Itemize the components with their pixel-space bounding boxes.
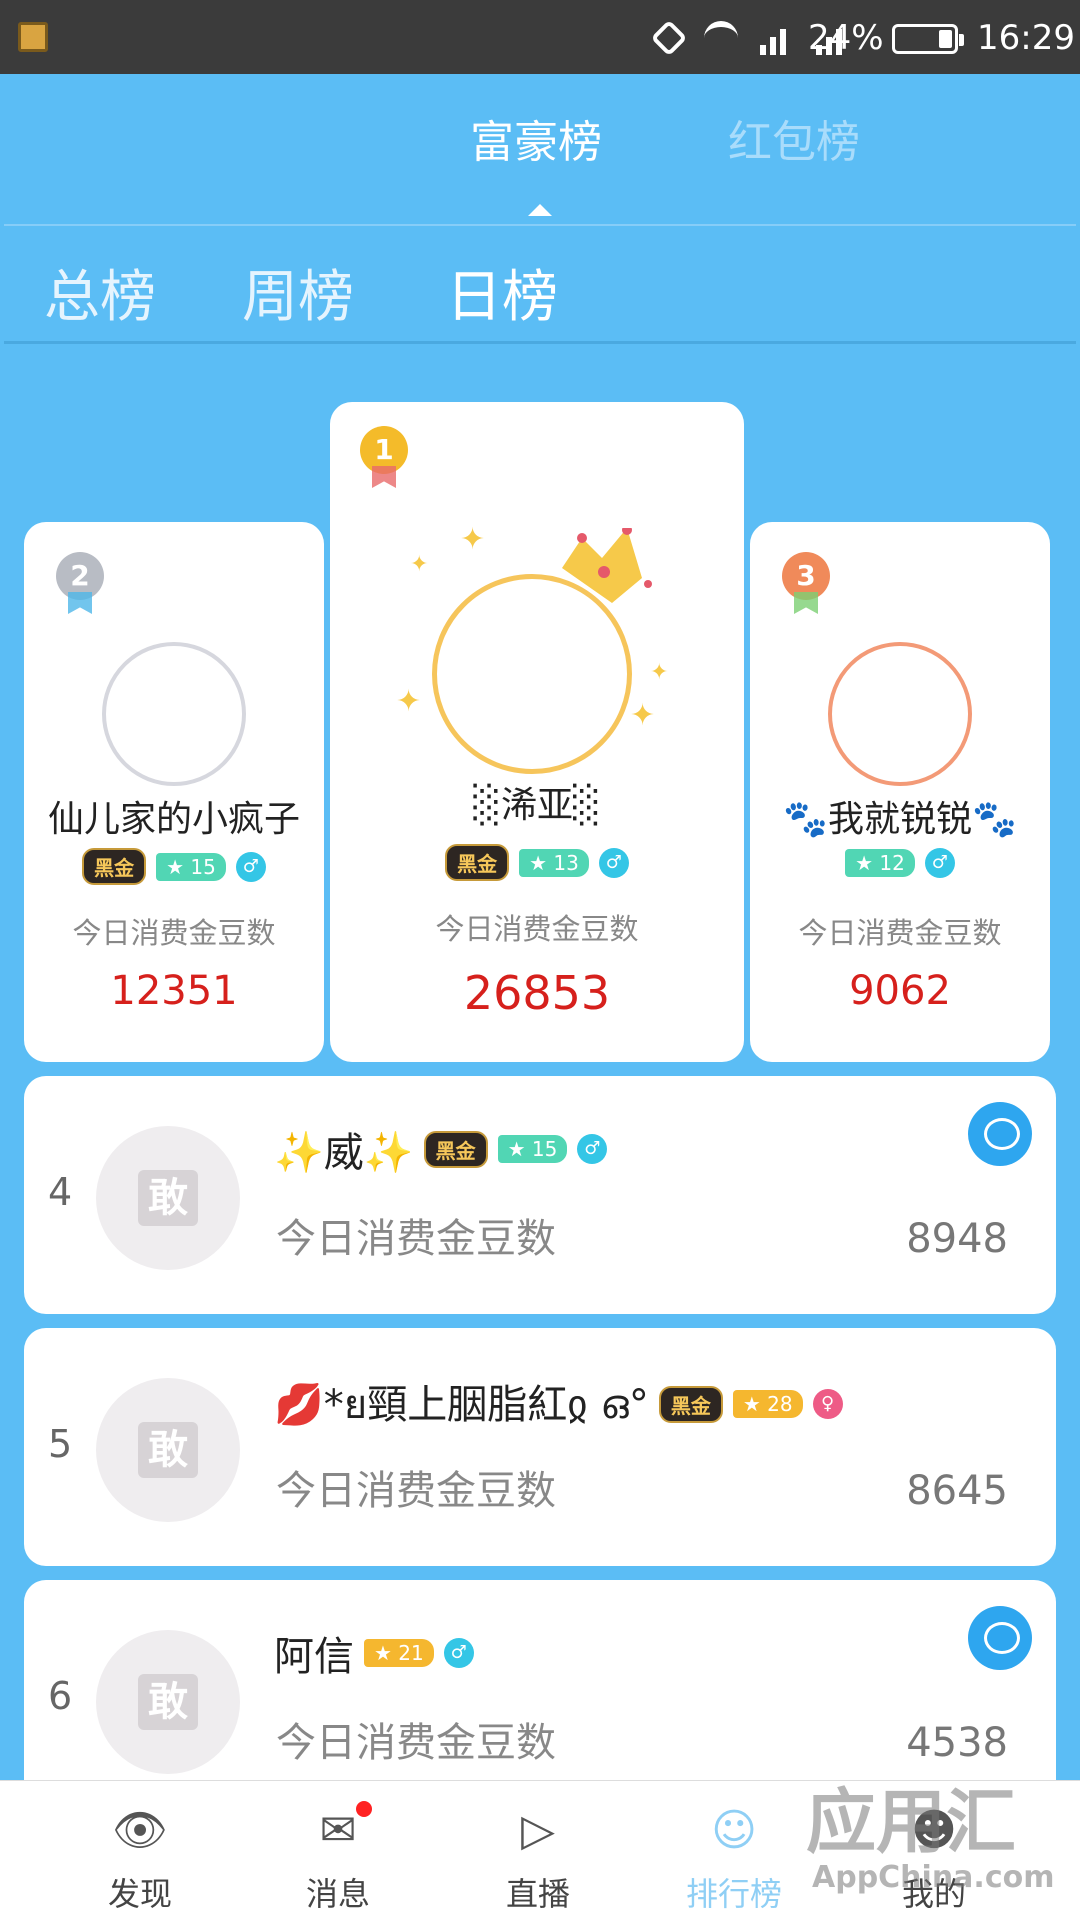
- nav-label: 消息: [305, 1875, 370, 1913]
- male-icon: ♂: [577, 1134, 608, 1164]
- user-name: 仙儿家的小疯子: [47, 799, 300, 840]
- spend-amount: 9062: [849, 968, 951, 1014]
- user-badges: 黑金 ★ 15 ♂: [24, 848, 324, 885]
- level-badge: ★ 15: [156, 852, 226, 881]
- podium-card-first[interactable]: 1 ✦ ✦ ✦ ✦ ✦ ░浠亚░ 黑金 ★ 13 ♂ 今日消费金豆数 26853: [330, 402, 744, 1062]
- nav-discover[interactable]: 👁 发现: [40, 1781, 240, 1920]
- male-icon: ♂: [598, 847, 629, 878]
- spend-amount: 8948: [906, 1216, 1008, 1262]
- default-avatar-icon: 敢: [138, 1674, 198, 1730]
- male-icon: ♂: [235, 851, 266, 882]
- level-badge: ★ 21: [364, 1639, 434, 1667]
- nav-label: 发现: [107, 1875, 172, 1913]
- user-name: 阿信: [274, 1634, 354, 1680]
- spend-label: 今日消费金豆数: [435, 912, 639, 946]
- list-item[interactable]: 4 敢 ✨威✨ 黑金 ★ 15 ♂ 今日消费金豆数 8948: [24, 1076, 1056, 1314]
- spend-label: 今日消费金豆数: [72, 916, 276, 950]
- nav-label: 排行榜: [685, 1875, 782, 1913]
- active-tab-caret-icon: [528, 204, 552, 216]
- chat-button[interactable]: [968, 1606, 1032, 1670]
- user-name: 🐾我就锐锐🐾: [783, 799, 1017, 840]
- female-icon: ♀: [812, 1389, 843, 1419]
- spend-amount: 12351: [110, 968, 238, 1014]
- list-item[interactable]: 5 敢 💋*ย頸上胭脂紅ჲ ഒ° 黑金 ★ 28 ♀ 今日消费金豆数 8645: [24, 1328, 1056, 1566]
- tab-red-packet-list[interactable]: 红包榜: [728, 106, 860, 170]
- user-name-row: 💋*ย頸上胭脂紅ჲ ഒ° 黑金 ★ 28 ♀: [274, 1372, 843, 1436]
- male-icon: ♂: [924, 848, 955, 878]
- tab-weekly[interactable]: 周榜: [242, 252, 354, 333]
- user-name: ░浠亚░: [473, 785, 601, 826]
- gold-medal-icon: 1: [360, 426, 408, 474]
- unread-dot: [356, 1801, 372, 1817]
- level-badge: ★ 12: [845, 849, 915, 877]
- level-badge: ★ 28: [732, 1390, 803, 1418]
- sparkle-icon: ✦: [396, 684, 422, 719]
- period-tabs: 总榜 周榜 日榜: [4, 224, 1076, 344]
- video-icon: ▷: [521, 1805, 555, 1856]
- user-name: ✨威✨: [274, 1130, 414, 1176]
- ranking-icon: ☺: [711, 1805, 757, 1856]
- status-bar: 24% 16:29: [0, 0, 1080, 74]
- battery-percent: 24%: [808, 18, 884, 58]
- user-name-row: ✨威✨ 黑金 ★ 15 ♂: [274, 1120, 608, 1178]
- user-name-row: 阿信 ★ 21 ♂: [274, 1624, 474, 1682]
- default-avatar-icon: 敢: [138, 1170, 198, 1226]
- eye-icon: 👁: [112, 1805, 168, 1856]
- nav-messages[interactable]: ✉ 消息: [238, 1781, 438, 1920]
- tab-rich-list[interactable]: 富豪榜: [470, 106, 602, 170]
- sparkle-icon: ✦: [650, 660, 669, 685]
- podium-card-second[interactable]: 2 仙儿家的小疯子 黑金 ★ 15 ♂ 今日消费金豆数 12351: [24, 522, 324, 1062]
- spend-label: 今日消费金豆数: [276, 1468, 556, 1514]
- rotate-icon: [650, 19, 688, 57]
- watermark-url: AppChina.com: [812, 1860, 1055, 1895]
- spend-label: 今日消费金豆数: [798, 916, 1002, 950]
- nav-label: 直播: [505, 1875, 570, 1913]
- watermark-logo: 应用汇: [806, 1781, 1016, 1863]
- spend-label: 今日消费金豆数: [276, 1216, 556, 1262]
- spend-label: 今日消费金豆数: [276, 1720, 556, 1766]
- spend-amount: 4538: [906, 1720, 1008, 1766]
- nav-ranking[interactable]: ☺ 排行榜: [634, 1781, 834, 1920]
- sparkle-icon: ✦: [630, 698, 656, 733]
- bronze-medal-icon: 3: [782, 552, 830, 600]
- spend-amount: 26853: [463, 966, 611, 1020]
- nav-live[interactable]: ▷ 直播: [438, 1781, 638, 1920]
- level-badge: ★ 15: [497, 1135, 568, 1163]
- avatar[interactable]: 敢: [96, 1126, 240, 1270]
- user-name: 💋*ย頸上胭脂紅ჲ ഒ°: [274, 1382, 649, 1428]
- level-badge: ★ 13: [519, 848, 589, 877]
- vip-badge: 黑金: [423, 1130, 488, 1168]
- user-badges: ★ 12 ♂: [750, 848, 1050, 878]
- silver-medal-icon: 2: [56, 552, 104, 600]
- user-badges: 黑金 ★ 13 ♂: [330, 844, 744, 881]
- tab-total[interactable]: 总榜: [44, 252, 156, 333]
- app-notification-icon: [18, 22, 48, 52]
- signal-icon: [760, 21, 794, 55]
- sparkle-icon: ✦: [460, 522, 486, 557]
- avatar[interactable]: [102, 642, 246, 786]
- podium-card-third[interactable]: 3 🐾我就锐锐🐾 ★ 12 ♂ 今日消费金豆数 9062: [750, 522, 1050, 1062]
- vip-badge: 黑金: [82, 848, 147, 885]
- leaderboard-type-tabs: 富豪榜 红包榜: [0, 74, 1080, 224]
- male-icon: ♂: [443, 1638, 474, 1668]
- sparkle-icon: ✦: [410, 552, 429, 577]
- battery-icon: [892, 24, 964, 54]
- clock: 16:29: [977, 18, 1075, 58]
- wifi-icon: [704, 21, 738, 55]
- rank-number: 4: [48, 1170, 73, 1214]
- default-avatar-icon: 敢: [138, 1422, 198, 1478]
- vip-badge: 黑金: [658, 1385, 723, 1423]
- spend-amount: 8645: [906, 1468, 1008, 1514]
- rank-number: 5: [48, 1422, 73, 1466]
- avatar[interactable]: [828, 642, 972, 786]
- avatar[interactable]: 敢: [96, 1378, 240, 1522]
- tab-daily[interactable]: 日榜: [446, 252, 558, 333]
- chat-button[interactable]: [968, 1102, 1032, 1166]
- vip-badge: 黑金: [445, 844, 510, 881]
- rank-number: 6: [48, 1674, 73, 1718]
- avatar[interactable]: 敢: [96, 1630, 240, 1774]
- crown-icon: [562, 528, 652, 603]
